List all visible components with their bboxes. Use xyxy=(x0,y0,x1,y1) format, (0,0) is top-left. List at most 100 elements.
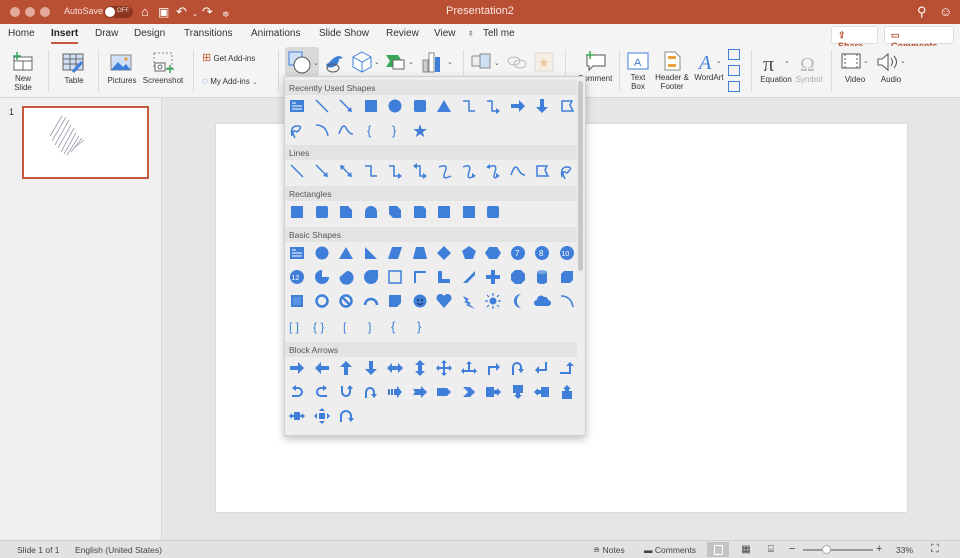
shape-lru-icon[interactable] xyxy=(460,359,478,377)
shape-crv-icon[interactable] xyxy=(288,121,306,139)
gallery-scrollbar[interactable] xyxy=(578,81,583,271)
language[interactable]: English (United States) xyxy=(75,545,162,555)
tab-animations[interactable]: Animations xyxy=(251,28,300,39)
shape-dcall-icon[interactable] xyxy=(509,383,527,401)
tab-home[interactable]: Home xyxy=(8,28,35,39)
shape-wave-icon[interactable] xyxy=(337,121,355,139)
shape-pent-icon[interactable] xyxy=(460,244,478,262)
shape-tear-icon[interactable] xyxy=(362,268,380,286)
shape-sq-icon[interactable] xyxy=(362,97,380,115)
shape-tri-icon[interactable] xyxy=(435,97,453,115)
shape-elbA-icon[interactable] xyxy=(484,97,502,115)
shape-star-icon[interactable]: ★ xyxy=(411,121,429,139)
shape-frm-icon[interactable] xyxy=(558,97,576,115)
shape-lrcall-icon[interactable] xyxy=(288,407,306,425)
shape-sq-icon[interactable] xyxy=(288,203,306,221)
shape-elbA-icon[interactable] xyxy=(386,162,404,180)
audio-button[interactable]: ⌄ Audio xyxy=(874,51,908,84)
table-button[interactable]: Table xyxy=(57,52,91,85)
smartart-button[interactable]: ⌄ xyxy=(384,50,414,76)
shape-brc2-icon[interactable]: { } xyxy=(313,317,331,335)
shape-uturn-icon[interactable] xyxy=(509,359,527,377)
shape-smile-icon[interactable] xyxy=(411,292,429,310)
date-time-icon[interactable] xyxy=(728,49,740,60)
tab-transitions[interactable]: Transitions xyxy=(184,28,233,39)
shape-bevel-icon[interactable] xyxy=(288,292,306,310)
shape-dbl-icon[interactable] xyxy=(337,162,355,180)
shape-arr-ln-icon[interactable] xyxy=(313,162,331,180)
shape-trap-icon[interactable] xyxy=(411,244,429,262)
get-addins-button[interactable]: ⊞ Get Add-ins xyxy=(202,53,255,64)
shape-ccw2-icon[interactable] xyxy=(362,383,380,401)
tell-me-search[interactable]: Tell me xyxy=(483,28,515,39)
shape-round-icon[interactable] xyxy=(362,203,380,221)
shape-cube-icon[interactable] xyxy=(558,268,576,286)
zoom-level[interactable]: 33% xyxy=(896,545,913,555)
tab-insert[interactable]: Insert xyxy=(51,28,79,44)
share-button[interactable]: ⇪ Share xyxy=(831,26,878,51)
slideshow-view-button[interactable]: ⌸ xyxy=(760,542,782,557)
shape-arc-icon[interactable] xyxy=(558,292,576,310)
shape-n8-icon[interactable]: 8 xyxy=(533,244,551,262)
shape-oct-icon[interactable] xyxy=(509,268,527,286)
fit-to-window-icon[interactable]: ⛶ xyxy=(931,543,939,556)
shape-arc-icon[interactable] xyxy=(313,121,331,139)
shape-para-icon[interactable] xyxy=(386,244,404,262)
shape-circArr-icon[interactable] xyxy=(337,407,355,425)
video-button[interactable]: ⌄ Video xyxy=(838,51,872,84)
tab-slide-show[interactable]: Slide Show xyxy=(319,28,369,39)
shape-brk2-icon[interactable]: [ ] xyxy=(288,317,306,335)
shape-plus-icon[interactable] xyxy=(484,268,502,286)
shape-pentA-icon[interactable] xyxy=(435,383,453,401)
smiley-feedback-icon[interactable]: ☺ xyxy=(939,4,952,19)
zoom-in-button[interactable]: + xyxy=(876,543,882,555)
shape-half-icon[interactable] xyxy=(411,268,429,286)
shape-snip-icon[interactable] xyxy=(337,203,355,221)
link-button[interactable] xyxy=(506,52,528,74)
zoom-out-button[interactable]: − xyxy=(789,543,795,555)
shape-arr-ln-icon[interactable] xyxy=(337,97,355,115)
shape-quadcall-icon[interactable] xyxy=(313,407,331,425)
shape-lcall-icon[interactable] xyxy=(533,383,551,401)
shape-txt-icon[interactable] xyxy=(288,244,306,262)
shape-elb-icon[interactable] xyxy=(362,162,380,180)
zoom-slider-handle[interactable] xyxy=(821,545,831,554)
new-slide-button[interactable]: New Slide xyxy=(6,52,40,92)
shape-rcall-icon[interactable] xyxy=(484,383,502,401)
shape-sq-icon[interactable] xyxy=(435,203,453,221)
shape-chev-icon[interactable] xyxy=(460,383,478,401)
shape-crv2D-icon[interactable] xyxy=(484,162,502,180)
shape-diam-icon[interactable] xyxy=(435,244,453,262)
shape-diag-icon[interactable] xyxy=(460,268,478,286)
tab-draw[interactable]: Draw xyxy=(95,28,118,39)
slide-sorter-button[interactable]: ▦ xyxy=(735,542,757,557)
shape-lbk-icon[interactable]: [ xyxy=(337,317,355,335)
header-footer-button[interactable]: Header & Footer xyxy=(654,51,690,91)
shape-fold-icon[interactable] xyxy=(386,292,404,310)
shape-cloud-icon[interactable] xyxy=(533,292,551,310)
3d-models-button[interactable]: ⌄ xyxy=(350,50,380,76)
text-box-button[interactable]: A Text Box xyxy=(624,51,652,91)
shape-frm-icon[interactable] xyxy=(533,162,551,180)
shape-rarr-icon[interactable] xyxy=(509,97,527,115)
shape-larr-icon[interactable] xyxy=(313,359,331,377)
screenshot-button[interactable]: Screenshot xyxy=(141,52,185,85)
object-icon[interactable] xyxy=(728,81,740,92)
shape-heart-icon[interactable] xyxy=(435,292,453,310)
shape-sun-icon[interactable] xyxy=(484,292,502,310)
tab-review[interactable]: Review xyxy=(386,28,419,39)
shape-lturn-icon[interactable] xyxy=(533,359,551,377)
shape-n12-icon[interactable]: 12 xyxy=(288,268,306,286)
shape-crv2-icon[interactable] xyxy=(435,162,453,180)
action-star-button[interactable]: ★ xyxy=(533,51,555,75)
shape-wave-icon[interactable] xyxy=(509,162,527,180)
shape-txt-icon[interactable] xyxy=(288,97,306,115)
shape-udarr-icon[interactable] xyxy=(411,359,429,377)
shapes-button[interactable]: ⌄ xyxy=(285,47,319,76)
shape-rsq-icon[interactable] xyxy=(411,97,429,115)
shape-bentup-icon[interactable] xyxy=(558,359,576,377)
shape-pie-icon[interactable] xyxy=(313,268,331,286)
shape-sq-icon[interactable] xyxy=(460,203,478,221)
shape-crv2A-icon[interactable] xyxy=(460,162,478,180)
equation-button[interactable]: π ⌄ Equation xyxy=(758,51,794,84)
